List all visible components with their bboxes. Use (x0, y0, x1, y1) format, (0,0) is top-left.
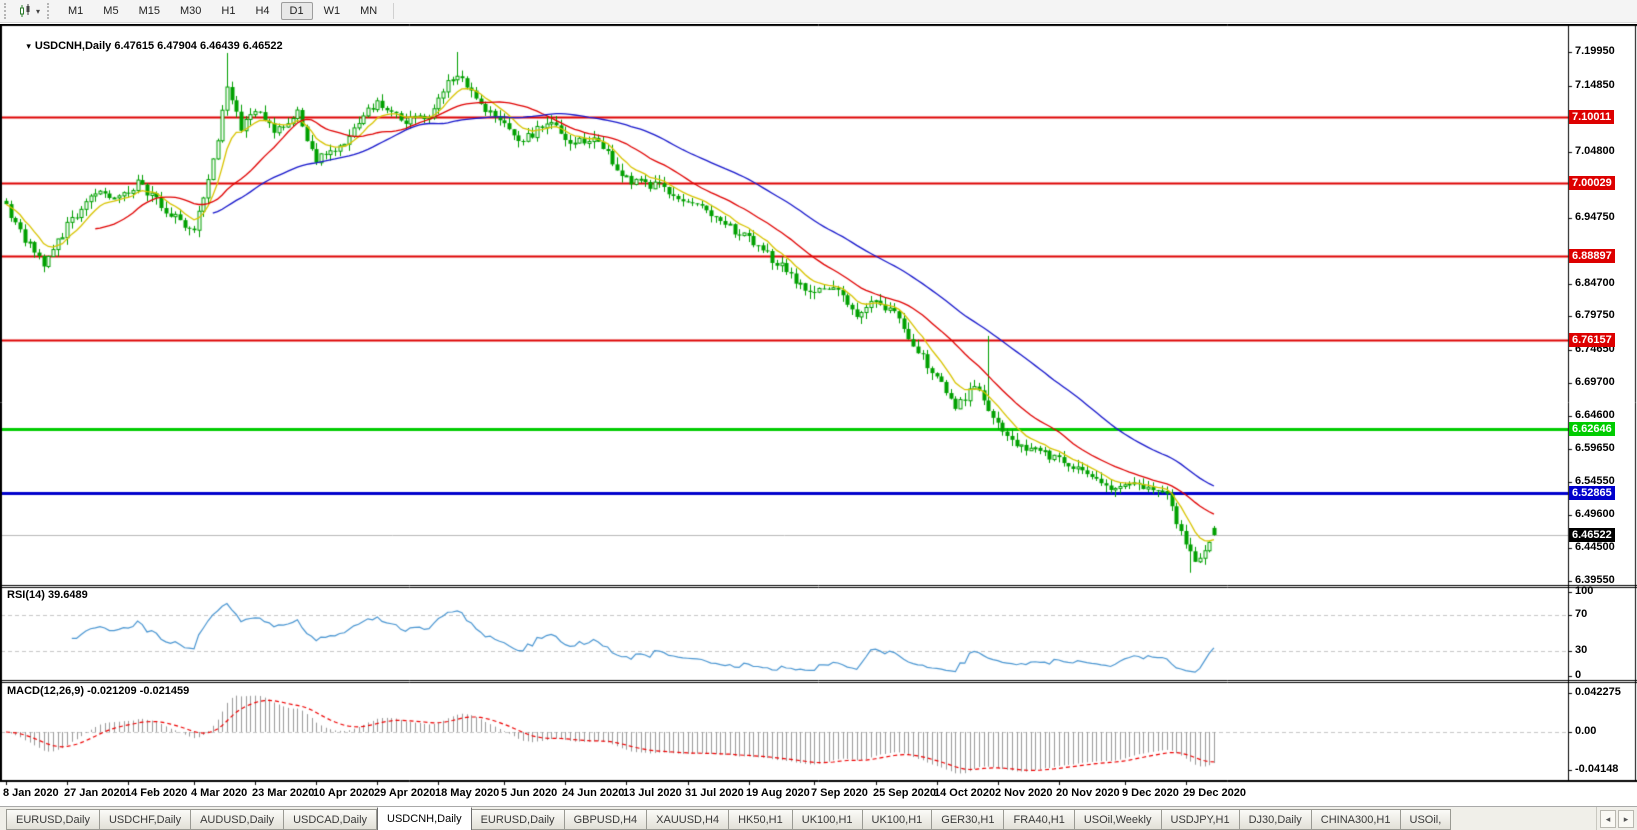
timeframe-buttons: M1M5M15M30H1H4D1W1MN (58, 2, 387, 20)
level-price-badge: 6.88897 (1569, 249, 1615, 263)
chart-tab-usoil-[interactable]: USOil, (1401, 809, 1452, 830)
macd-axis-tick: -0.04148 (1575, 763, 1618, 775)
date-axis-tick: 29 Apr 2020 (374, 787, 435, 799)
date-axis-tick: 9 Dec 2020 (1122, 787, 1179, 799)
timeframe-button-m5[interactable]: M5 (94, 2, 127, 20)
chart-title: ▾ USDCNH,Daily 6.47615 6.47904 6.46439 6.… (8, 28, 283, 64)
date-axis-tick: 5 Jun 2020 (501, 787, 557, 799)
date-axis-tick: 27 Jan 2020 (64, 787, 126, 799)
date-axis-tick: 13 Jul 2020 (623, 787, 682, 799)
chart-symbol-label: USDCNH,Daily (35, 40, 111, 52)
rsi-axis-tick: 30 (1575, 644, 1587, 656)
macd-indicator-label: MACD(12,26,9) -0.021209 -0.021459 (7, 685, 189, 697)
date-axis-tick: 31 Jul 2020 (685, 787, 744, 799)
level-price-badge: 7.00029 (1569, 176, 1615, 190)
date-axis-tick: 24 Jun 2020 (562, 787, 624, 799)
chart-window: ▾ USDCNH,Daily 6.47615 6.47904 6.46439 6.… (0, 24, 1637, 806)
date-axis-tick: 2 Nov 2020 (995, 787, 1052, 799)
chart-ohlc-values: 6.47615 6.47904 6.46439 6.46522 (114, 40, 282, 52)
macd-axis-tick: 0.042275 (1575, 686, 1621, 698)
chart-tab-audusd-daily[interactable]: AUDUSD,Daily (191, 809, 284, 830)
chart-tabs: EURUSD,DailyUSDCHF,DailyAUDUSD,DailyUSDC… (0, 807, 1637, 830)
price-axis-tick: 7.14850 (1575, 79, 1615, 91)
price-axis-tick: 6.59650 (1575, 442, 1615, 454)
chart-cursor-icon[interactable]: ▾ (15, 3, 43, 19)
chart-tab-china300-h1[interactable]: CHINA300,H1 (1312, 809, 1401, 830)
tab-scroll-controls: ◂ ▸ (1596, 807, 1637, 830)
candlestick-icon (18, 4, 34, 18)
date-axis-tick: 14 Oct 2020 (934, 787, 995, 799)
chart-tab-usdjpy-h1[interactable]: USDJPY,H1 (1162, 809, 1240, 830)
toolbar-grip[interactable] (47, 3, 54, 19)
chart-tab-eurusd-daily[interactable]: EURUSD,Daily (472, 809, 565, 830)
chart-tab-usdcnh-daily[interactable]: USDCNH,Daily (377, 807, 472, 830)
chevron-down-icon: ▾ (36, 7, 40, 16)
level-price-badge: 7.10011 (1569, 110, 1614, 124)
date-axis-tick: 10 Apr 2020 (313, 787, 374, 799)
chart-tab-usdcad-daily[interactable]: USDCAD,Daily (284, 809, 377, 830)
price-axis-tick: 6.79750 (1575, 309, 1615, 321)
timeframe-button-d1[interactable]: D1 (281, 2, 313, 20)
level-price-badge: 6.76157 (1569, 333, 1615, 347)
price-axis-tick: 6.94750 (1575, 211, 1615, 223)
date-axis-tick: 29 Dec 2020 (1183, 787, 1246, 799)
trading-app-window: ▾ M1M5M15M30H1H4D1W1MN ▾ USDCNH,Daily 6.4… (0, 0, 1637, 830)
price-axis-tick: 6.64600 (1575, 409, 1615, 421)
date-axis-tick: 7 Sep 2020 (811, 787, 868, 799)
chart-tab-gbpusd-h4[interactable]: GBPUSD,H4 (565, 809, 648, 830)
price-axis-tick: 6.49600 (1575, 508, 1615, 520)
price-axis-tick: 6.84700 (1575, 277, 1615, 289)
toolbar-divider (393, 3, 394, 19)
price-axis-tick: 7.04800 (1575, 145, 1615, 157)
timeframe-button-m1[interactable]: M1 (59, 2, 92, 20)
timeframe-toolbar: ▾ M1M5M15M30H1H4D1W1MN (0, 0, 1637, 23)
price-chart-canvas[interactable] (0, 24, 1637, 806)
date-axis-tick: 20 Nov 2020 (1056, 787, 1120, 799)
date-axis-tick: 14 Feb 2020 (125, 787, 187, 799)
rsi-axis-tick: 70 (1575, 608, 1587, 620)
date-axis-tick: 25 Sep 2020 (873, 787, 936, 799)
chart-tab-xauusd-h4[interactable]: XAUUSD,H4 (647, 809, 729, 830)
rsi-indicator-label: RSI(14) 39.6489 (7, 589, 88, 601)
chart-tab-ger30-h1[interactable]: GER30,H1 (932, 809, 1004, 830)
date-axis-tick: 23 Mar 2020 (252, 787, 314, 799)
date-axis-tick: 8 Jan 2020 (3, 787, 59, 799)
tab-scroll-left-icon[interactable]: ◂ (1600, 810, 1616, 828)
rsi-axis-tick: 0 (1575, 669, 1581, 681)
price-axis-tick: 6.69700 (1575, 376, 1615, 388)
timeframe-button-mn[interactable]: MN (351, 2, 386, 20)
chart-tab-bar: EURUSD,DailyUSDCHF,DailyAUDUSD,DailyUSDC… (0, 806, 1637, 830)
macd-axis-tick: 0.00 (1575, 725, 1596, 737)
level-price-badge: 6.62646 (1569, 422, 1615, 436)
toolbar-grip[interactable] (4, 3, 11, 19)
timeframe-button-h4[interactable]: H4 (246, 2, 278, 20)
chart-tab-usoil-weekly[interactable]: USOil,Weekly (1075, 809, 1162, 830)
date-axis-tick: 4 Mar 2020 (191, 787, 247, 799)
timeframe-button-m15[interactable]: M15 (130, 2, 169, 20)
chart-tab-uk100-h1[interactable]: UK100,H1 (793, 809, 863, 830)
chart-tab-usdchf-daily[interactable]: USDCHF,Daily (100, 809, 191, 830)
price-axis-tick: 6.44500 (1575, 541, 1615, 553)
price-axis-tick: 7.19950 (1575, 45, 1615, 57)
date-axis-tick: 19 Aug 2020 (746, 787, 810, 799)
current-price-badge: 6.46522 (1569, 528, 1615, 542)
chart-tab-fra40-h1[interactable]: FRA40,H1 (1004, 809, 1074, 830)
timeframe-button-h1[interactable]: H1 (212, 2, 244, 20)
chart-tab-eurusd-daily[interactable]: EURUSD,Daily (6, 809, 100, 830)
chart-tab-dj30-daily[interactable]: DJ30,Daily (1240, 809, 1312, 830)
chart-tab-hk50-h1[interactable]: HK50,H1 (729, 809, 793, 830)
chart-tab-uk100-h1[interactable]: UK100,H1 (863, 809, 933, 830)
rsi-axis-tick: 100 (1575, 585, 1593, 597)
date-axis-tick: 18 May 2020 (435, 787, 499, 799)
tab-scroll-right-icon[interactable]: ▸ (1618, 810, 1634, 828)
timeframe-button-m30[interactable]: M30 (171, 2, 210, 20)
level-price-badge: 6.52865 (1569, 486, 1615, 500)
timeframe-button-w1[interactable]: W1 (315, 2, 350, 20)
collapse-arrow-icon[interactable]: ▾ (26, 41, 31, 51)
